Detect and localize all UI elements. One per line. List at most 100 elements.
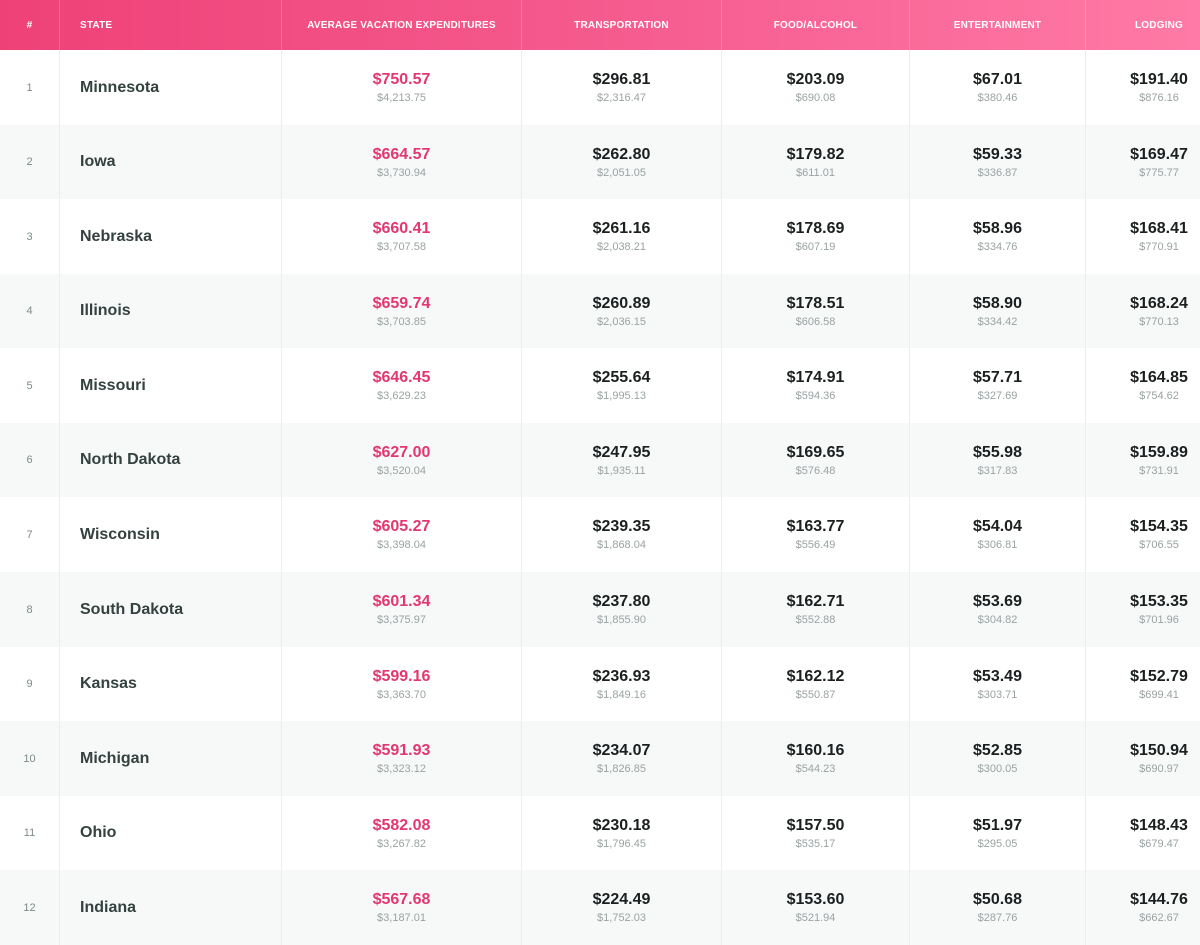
food-cell: $157.50 $535.17 [722, 795, 910, 871]
ent-total: $300.05 [977, 763, 1018, 776]
ent-total: $317.83 [977, 464, 1018, 477]
rank-cell: 5 [0, 348, 60, 424]
food-total: $552.88 [795, 614, 836, 627]
ent-total: $304.82 [977, 614, 1018, 627]
header-average[interactable]: AVERAGE VACATION EXPENDITURES [282, 0, 522, 50]
rank-cell: 8 [0, 572, 60, 648]
avg-total: $3,730.94 [377, 166, 426, 179]
trans-total: $1,868.04 [597, 539, 646, 552]
ent-total: $336.87 [977, 166, 1018, 179]
transportation-cell: $296.81 $2,316.47 [522, 50, 722, 125]
state-cell: South Dakota [60, 572, 282, 648]
avg-value: $601.34 [372, 593, 431, 611]
state-cell: Michigan [60, 721, 282, 797]
ent-value: $54.04 [973, 518, 1022, 536]
rank-cell: 11 [0, 795, 60, 871]
state-cell: North Dakota [60, 422, 282, 498]
average-cell: $591.93 $3,323.12 [282, 721, 522, 797]
state-cell: Iowa [60, 124, 282, 200]
state-cell: Kansas [60, 646, 282, 722]
avg-total: $3,707.58 [377, 241, 426, 254]
trans-total: $2,316.47 [597, 92, 646, 104]
avg-value: $599.16 [372, 667, 431, 685]
table-header: # STATE AVERAGE VACATION EXPENDITURES TR… [0, 0, 1200, 50]
ent-total: $334.76 [977, 241, 1018, 254]
avg-value: $646.45 [372, 369, 431, 387]
state-cell: Minnesota [60, 50, 282, 125]
trans-total: $1,752.03 [597, 912, 646, 925]
average-cell: $660.41 $3,707.58 [282, 199, 522, 275]
avg-total: $3,363.70 [377, 688, 426, 701]
trans-value: $260.89 [592, 294, 651, 312]
avg-total: $3,629.23 [377, 390, 426, 403]
table-row: 9 Kansas $599.16 $3,363.70 $236.93 $1,849.16 $… [0, 646, 1200, 722]
average-cell: $664.57 $3,730.94 [282, 124, 522, 200]
ent-value: $57.71 [973, 369, 1022, 387]
food-value: $174.91 [786, 369, 845, 387]
header-state[interactable]: STATE [60, 0, 282, 50]
ent-value: $50.68 [973, 891, 1022, 909]
lodg-total: $662.67 [1139, 912, 1179, 925]
trans-value: $224.49 [592, 891, 651, 909]
entertainment-cell: $57.71 $327.69 [910, 348, 1086, 424]
avg-value: $659.74 [372, 294, 431, 312]
trans-value: $296.81 [592, 71, 651, 88]
food-total: $521.94 [795, 912, 836, 925]
transportation-cell: $255.64 $1,995.13 [522, 348, 722, 424]
rank-cell: 2 [0, 124, 60, 200]
food-cell: $174.91 $594.36 [722, 348, 910, 424]
table-row: 4 Illinois $659.74 $3,703.85 $260.89 $2,036.1… [0, 273, 1200, 349]
header-rank[interactable]: # [0, 0, 60, 50]
header-lodging[interactable]: LODGING [1086, 0, 1200, 50]
ent-total: $306.81 [977, 539, 1018, 552]
header-food[interactable]: FOOD/ALCOHOL [722, 0, 910, 50]
lodg-value: $168.41 [1130, 220, 1188, 238]
lodging-cell: $148.43 $679.47 [1086, 796, 1200, 871]
entertainment-cell: $54.04 $306.81 [910, 497, 1086, 573]
rank-cell: 9 [0, 646, 60, 722]
food-total: $556.49 [795, 539, 836, 552]
lodg-total: $699.41 [1139, 688, 1179, 701]
header-entertainment[interactable]: ENTERTAINMENT [910, 0, 1086, 50]
food-cell: $178.51 $606.58 [722, 273, 910, 349]
lodg-value: $191.40 [1130, 71, 1188, 88]
average-cell: $567.68 $3,187.01 [282, 870, 522, 945]
trans-total: $2,051.05 [597, 166, 646, 179]
lodg-value: $150.94 [1130, 742, 1188, 760]
lodging-cell: $168.41 $770.91 [1086, 199, 1200, 274]
ent-value: $51.97 [973, 816, 1022, 834]
trans-value: $247.95 [592, 443, 651, 461]
lodg-total: $731.91 [1139, 464, 1179, 477]
ent-total: $327.69 [977, 390, 1018, 403]
table-row: 7 Wisconsin $605.27 $3,398.04 $239.35 $1,868.… [0, 497, 1200, 573]
trans-value: $237.80 [592, 593, 651, 611]
food-total: $550.87 [795, 688, 836, 701]
avg-total: $3,520.04 [377, 464, 426, 477]
trans-total: $2,036.15 [597, 315, 646, 328]
food-value: $163.77 [786, 518, 845, 536]
food-value: $203.09 [786, 71, 845, 88]
expenditures-table: # STATE AVERAGE VACATION EXPENDITURES TR… [0, 0, 1200, 945]
lodg-value: $164.85 [1130, 369, 1188, 387]
average-cell: $646.45 $3,629.23 [282, 348, 522, 424]
lodg-total: $770.91 [1139, 241, 1179, 254]
trans-value: $261.16 [592, 220, 651, 238]
average-cell: $750.57 $4,213.75 [282, 50, 522, 125]
lodging-cell: $191.40 $876.16 [1086, 50, 1200, 125]
lodging-cell: $153.35 $701.96 [1086, 572, 1200, 647]
transportation-cell: $234.07 $1,826.85 [522, 721, 722, 797]
rank-cell: 7 [0, 497, 60, 573]
food-cell: $162.71 $552.88 [722, 572, 910, 648]
transportation-cell: $224.49 $1,752.03 [522, 870, 722, 945]
trans-total: $1,826.85 [597, 763, 646, 776]
rank-cell: 1 [0, 50, 60, 125]
ent-value: $58.96 [973, 220, 1022, 238]
lodging-cell: $154.35 $706.55 [1086, 497, 1200, 572]
ent-total: $303.71 [977, 688, 1018, 701]
avg-value: $750.57 [372, 71, 431, 88]
entertainment-cell: $59.33 $336.87 [910, 124, 1086, 200]
food-cell: $178.69 $607.19 [722, 199, 910, 275]
rank-cell: 12 [0, 870, 60, 945]
header-transportation[interactable]: TRANSPORTATION [522, 0, 722, 50]
avg-total: $3,187.01 [377, 912, 426, 925]
